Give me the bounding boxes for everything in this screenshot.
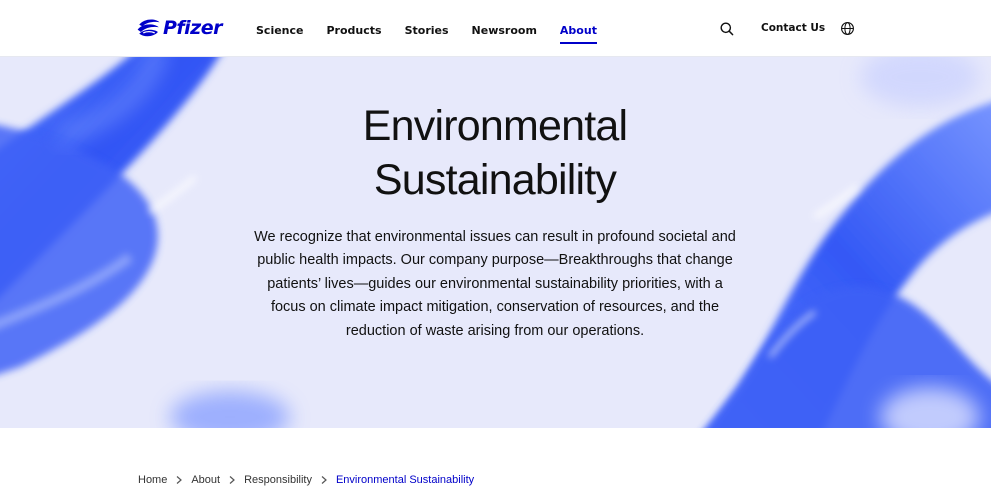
- page-title: Environmental Sustainability: [245, 99, 745, 207]
- breadcrumb-about[interactable]: About: [191, 474, 220, 486]
- breadcrumb: Home About Responsibility Environmental …: [138, 474, 474, 486]
- site-header: Pfizer Science Products Stories Newsroom…: [0, 0, 991, 57]
- search-button[interactable]: [719, 21, 735, 37]
- nav-item-science[interactable]: Science: [256, 20, 304, 44]
- page-title-line-1: Environmental: [362, 102, 628, 150]
- globe-icon: [841, 22, 854, 35]
- hero-description: We recognize that environmental issues c…: [254, 229, 736, 339]
- nav-item-stories[interactable]: Stories: [405, 20, 449, 44]
- main-nav: Science Products Stories Newsroom About: [256, 20, 620, 44]
- nav-item-newsroom[interactable]: Newsroom: [472, 20, 537, 44]
- chevron-right-icon: [321, 476, 327, 484]
- breadcrumb-responsibility[interactable]: Responsibility: [244, 474, 312, 486]
- breadcrumb-current: Environmental Sustainability: [335, 474, 475, 486]
- breadcrumb-home[interactable]: Home: [138, 474, 167, 486]
- pfizer-logo-icon: [137, 19, 160, 37]
- chevron-right-icon: [229, 476, 236, 484]
- brand-name: Pfizer: [162, 17, 223, 39]
- nav-item-products[interactable]: Products: [327, 20, 382, 44]
- hero-banner: Environmental Sustainability We recogniz…: [0, 57, 991, 428]
- search-icon: [720, 22, 734, 36]
- chevron-right-icon: [176, 476, 183, 484]
- nav-item-about[interactable]: About: [559, 20, 597, 44]
- contact-us-link[interactable]: Contact Us: [761, 22, 825, 34]
- pfizer-logo[interactable]: Pfizer: [136, 11, 223, 45]
- language-selector[interactable]: [840, 21, 855, 36]
- page-title-line-2: Sustainability: [373, 156, 617, 204]
